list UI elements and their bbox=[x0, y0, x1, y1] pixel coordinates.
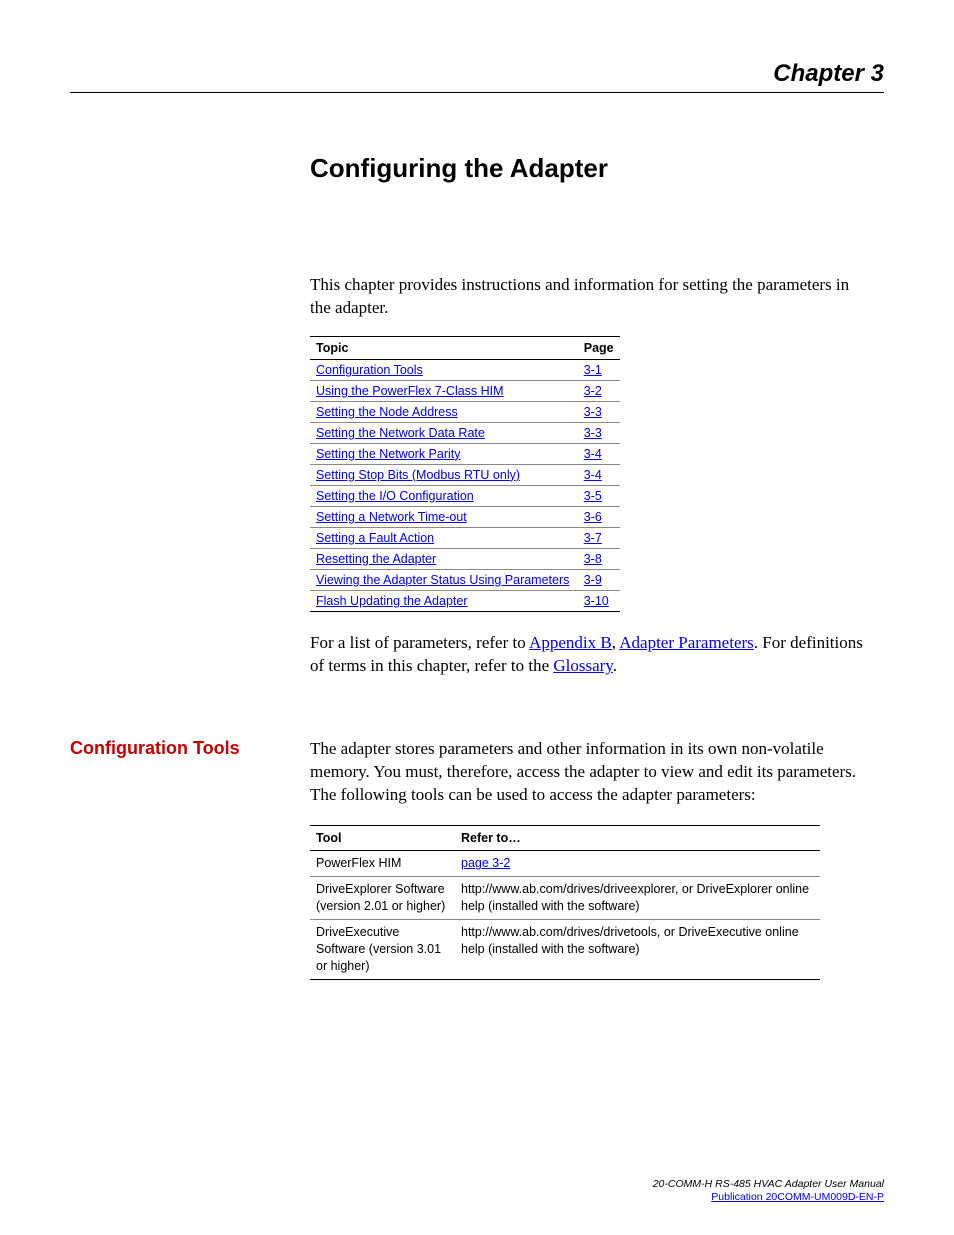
page-link[interactable]: 3-3 bbox=[584, 426, 602, 440]
topics-col-page: Page bbox=[578, 336, 620, 359]
section-heading: Configuration Tools bbox=[70, 738, 290, 980]
text: . bbox=[613, 656, 617, 675]
adapter-parameters-link[interactable]: Adapter Parameters bbox=[619, 633, 754, 652]
table-row: Setting the Network Parity 3-4 bbox=[310, 443, 620, 464]
page-footer: 20-COMM-H RS-485 HVAC Adapter User Manua… bbox=[653, 1178, 884, 1205]
after-table-paragraph: For a list of parameters, refer to Appen… bbox=[310, 632, 880, 678]
page-link[interactable]: 3-4 bbox=[584, 468, 602, 482]
chapter-header: Chapter 3 bbox=[70, 60, 884, 93]
topics-col-topic: Topic bbox=[310, 336, 578, 359]
configuration-tools-section: Configuration Tools The adapter stores p… bbox=[70, 738, 884, 980]
refer-text: http://www.ab.com/drives/drivetools, or … bbox=[461, 925, 799, 956]
table-row: PowerFlex HIM page 3-2 bbox=[310, 851, 820, 877]
table-row: Setting a Fault Action 3-7 bbox=[310, 527, 620, 548]
topic-link[interactable]: Setting the I/O Configuration bbox=[316, 489, 474, 503]
table-row: DriveExecutive Software (version 3.01 or… bbox=[310, 920, 820, 980]
topic-link[interactable]: Resetting the Adapter bbox=[316, 552, 436, 566]
footer-publication-link[interactable]: Publication 20COMM-UM009D-EN-P bbox=[711, 1191, 884, 1203]
refer-cell: page 3-2 bbox=[455, 851, 820, 877]
topic-link[interactable]: Flash Updating the Adapter bbox=[316, 594, 468, 608]
table-row: Setting Stop Bits (Modbus RTU only) 3-4 bbox=[310, 464, 620, 485]
tools-col-tool: Tool bbox=[310, 825, 455, 851]
topic-link[interactable]: Setting a Network Time-out bbox=[316, 510, 467, 524]
appendix-b-link[interactable]: Appendix B bbox=[529, 633, 612, 652]
section-paragraph: The adapter stores parameters and other … bbox=[310, 738, 870, 807]
refer-link[interactable]: page 3-2 bbox=[461, 856, 510, 870]
topic-link[interactable]: Viewing the Adapter Status Using Paramet… bbox=[316, 573, 569, 587]
table-row: Setting the Network Data Rate 3-3 bbox=[310, 422, 620, 443]
page-link[interactable]: 3-9 bbox=[584, 573, 602, 587]
topic-link[interactable]: Setting the Node Address bbox=[316, 405, 458, 419]
tool-cell: DriveExplorer Software (version 2.01 or … bbox=[310, 877, 455, 920]
page-link[interactable]: 3-3 bbox=[584, 405, 602, 419]
page-link[interactable]: 3-8 bbox=[584, 552, 602, 566]
tools-table: Tool Refer to… PowerFlex HIM page 3-2 Driv… bbox=[310, 825, 820, 980]
tool-cell: DriveExecutive Software (version 3.01 or… bbox=[310, 920, 455, 980]
topic-link[interactable]: Configuration Tools bbox=[316, 363, 423, 377]
table-row: Flash Updating the Adapter 3-10 bbox=[310, 590, 620, 611]
topic-link[interactable]: Setting the Network Data Rate bbox=[316, 426, 485, 440]
text: For a list of parameters, refer to bbox=[310, 633, 529, 652]
page-link[interactable]: 3-10 bbox=[584, 594, 609, 608]
refer-cell: http://www.ab.com/drives/driveexplorer, … bbox=[455, 877, 820, 920]
topic-link[interactable]: Using the PowerFlex 7-Class HIM bbox=[316, 384, 504, 398]
table-row: Setting the I/O Configuration 3-5 bbox=[310, 485, 620, 506]
table-row: Viewing the Adapter Status Using Paramet… bbox=[310, 569, 620, 590]
section-body: The adapter stores parameters and other … bbox=[310, 738, 870, 980]
topic-link[interactable]: Setting the Network Parity bbox=[316, 447, 461, 461]
table-row: Configuration Tools 3-1 bbox=[310, 359, 620, 380]
glossary-link[interactable]: Glossary bbox=[553, 656, 612, 675]
table-row: Setting the Node Address 3-3 bbox=[310, 401, 620, 422]
tools-col-refer: Refer to… bbox=[455, 825, 820, 851]
topics-table: Topic Page Configuration Tools 3-1 Using t… bbox=[310, 336, 620, 612]
topic-link[interactable]: Setting a Fault Action bbox=[316, 531, 434, 545]
page-link[interactable]: 3-1 bbox=[584, 363, 602, 377]
page-link[interactable]: 3-5 bbox=[584, 489, 602, 503]
page-link[interactable]: 3-4 bbox=[584, 447, 602, 461]
table-row: DriveExplorer Software (version 2.01 or … bbox=[310, 877, 820, 920]
table-row: Resetting the Adapter 3-8 bbox=[310, 548, 620, 569]
refer-cell: http://www.ab.com/drives/drivetools, or … bbox=[455, 920, 820, 980]
topic-link[interactable]: Setting Stop Bits (Modbus RTU only) bbox=[316, 468, 520, 482]
page-title: Configuring the Adapter bbox=[310, 153, 884, 184]
page-link[interactable]: 3-7 bbox=[584, 531, 602, 545]
page-link[interactable]: 3-6 bbox=[584, 510, 602, 524]
refer-text: http://www.ab.com/drives/driveexplorer, … bbox=[461, 882, 809, 913]
table-row: Using the PowerFlex 7-Class HIM 3-2 bbox=[310, 380, 620, 401]
footer-doc-title: 20-COMM-H RS-485 HVAC Adapter User Manua… bbox=[653, 1178, 884, 1190]
page-link[interactable]: 3-2 bbox=[584, 384, 602, 398]
tool-cell: PowerFlex HIM bbox=[310, 851, 455, 877]
table-row: Setting a Network Time-out 3-6 bbox=[310, 506, 620, 527]
intro-paragraph: This chapter provides instructions and i… bbox=[310, 274, 850, 320]
